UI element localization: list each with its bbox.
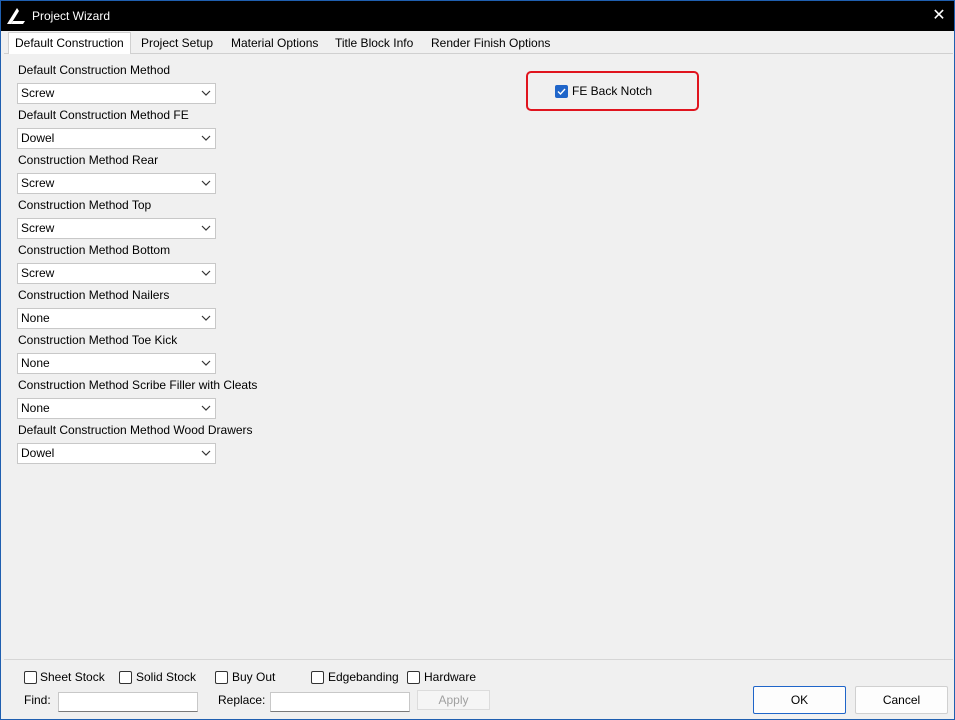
- ok-button[interactable]: OK: [753, 686, 846, 714]
- replace-input[interactable]: [270, 692, 410, 712]
- chevron-down-icon: [201, 135, 211, 141]
- buy-out-checkbox[interactable]: [215, 671, 228, 684]
- chevron-down-icon: [201, 360, 211, 366]
- find-input[interactable]: [58, 692, 198, 712]
- tab-default-construction[interactable]: Default Construction: [8, 32, 131, 55]
- bottom-bar: Sheet Stock Solid Stock Buy Out Edgeband…: [4, 659, 953, 719]
- hardware-label: Hardware: [424, 670, 477, 684]
- field-label-construction-method-rear: Construction Method Rear: [18, 153, 159, 167]
- field-label-construction-method-top: Construction Method Top: [18, 198, 152, 212]
- replace-label: Replace:: [218, 693, 266, 707]
- chevron-down-icon: [201, 180, 211, 186]
- fe-back-notch-checkbox[interactable]: [555, 85, 568, 98]
- default-construction-method-wood-drawers-select[interactable]: Dowel: [17, 443, 216, 464]
- chevron-down-icon: [201, 90, 211, 96]
- construction-method-rear-select[interactable]: Screw: [17, 173, 216, 194]
- tab-title-block-info[interactable]: Title Block Info: [329, 34, 419, 54]
- title-bar: Project Wizard ✕: [1, 1, 954, 31]
- select-value: Screw: [21, 266, 55, 280]
- chevron-down-icon: [201, 405, 211, 411]
- tab-bar: Default Construction Project Setup Mater…: [4, 31, 953, 55]
- construction-method-bottom-select[interactable]: Screw: [17, 263, 216, 284]
- construction-method-top-select[interactable]: Screw: [17, 218, 216, 239]
- field-label-construction-method-bottom: Construction Method Bottom: [18, 243, 171, 257]
- sheet-stock-checkbox[interactable]: [24, 671, 37, 684]
- default-construction-method-fe-select[interactable]: Dowel: [17, 128, 216, 149]
- close-icon[interactable]: ✕: [931, 7, 947, 25]
- select-value: Screw: [21, 86, 55, 100]
- chevron-down-icon: [201, 315, 211, 321]
- buy-out-label: Buy Out: [232, 670, 276, 684]
- find-label: Find:: [24, 693, 51, 707]
- default-construction-panel: Default Construction Method Screw Defaul…: [4, 54, 953, 659]
- field-label-construction-method-scribe-filler: Construction Method Scribe Filler with C…: [18, 378, 258, 392]
- fe-back-notch-label: FE Back Notch: [572, 84, 653, 98]
- solid-stock-label: Solid Stock: [136, 670, 197, 684]
- field-label-default-construction-method-wood-drawers: Default Construction Method Wood Drawers: [18, 423, 253, 437]
- select-value: Screw: [21, 221, 55, 235]
- tab-render-finish-options[interactable]: Render Finish Options: [425, 34, 556, 54]
- edgebanding-checkbox[interactable]: [311, 671, 324, 684]
- construction-method-scribe-filler-select[interactable]: None: [17, 398, 216, 419]
- chevron-down-icon: [201, 450, 211, 456]
- edgebanding-label: Edgebanding: [328, 670, 399, 684]
- field-label-default-construction-method-fe: Default Construction Method FE: [18, 108, 189, 122]
- tab-project-setup[interactable]: Project Setup: [135, 34, 219, 54]
- apply-button[interactable]: Apply: [417, 690, 490, 710]
- checkmark-icon: [557, 88, 566, 96]
- window-title: Project Wizard: [32, 9, 111, 23]
- hardware-checkbox[interactable]: [407, 671, 420, 684]
- chevron-down-icon: [201, 225, 211, 231]
- sheet-stock-label: Sheet Stock: [40, 670, 105, 684]
- tab-material-options[interactable]: Material Options: [225, 34, 324, 54]
- project-wizard-window: Project Wizard ✕ Default Construction Pr…: [0, 0, 955, 720]
- construction-method-toe-kick-select[interactable]: None: [17, 353, 216, 374]
- field-label-construction-method-toe-kick: Construction Method Toe Kick: [18, 333, 178, 347]
- field-label-default-construction-method: Default Construction Method: [18, 63, 171, 77]
- select-value: None: [21, 311, 50, 325]
- construction-method-nailers-select[interactable]: None: [17, 308, 216, 329]
- select-value: Dowel: [21, 446, 55, 460]
- field-label-construction-method-nailers: Construction Method Nailers: [18, 288, 170, 302]
- select-value: Dowel: [21, 131, 55, 145]
- cancel-button[interactable]: Cancel: [855, 686, 948, 714]
- default-construction-method-select[interactable]: Screw: [17, 83, 216, 104]
- select-value: None: [21, 356, 50, 370]
- app-logo-icon: [7, 8, 25, 24]
- select-value: None: [21, 401, 50, 415]
- solid-stock-checkbox[interactable]: [119, 671, 132, 684]
- chevron-down-icon: [201, 270, 211, 276]
- select-value: Screw: [21, 176, 55, 190]
